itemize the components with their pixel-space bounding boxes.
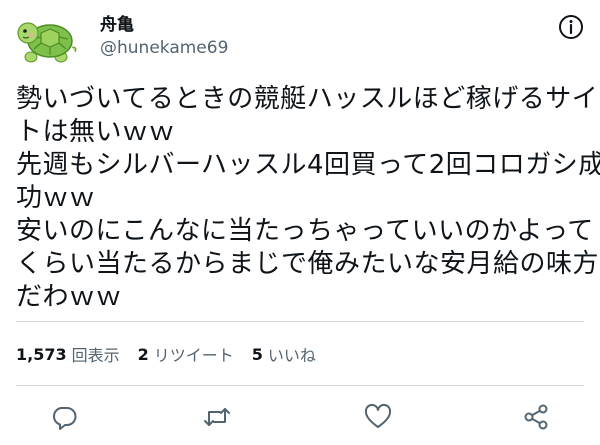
tweet-text-line: くらい当たるからまじで俺みたいな安月給の味方: [16, 249, 600, 279]
tweet-text-line: 功ｗｗ: [16, 183, 96, 213]
tweet-text-line: だわｗｗ: [16, 282, 123, 312]
tweet-actions: [0, 398, 600, 438]
retweet-icon: [204, 408, 230, 426]
divider: [16, 385, 584, 386]
reply-button[interactable]: [47, 400, 81, 434]
tweet-header: 舟亀 @hunekame69: [0, 0, 600, 70]
tweet-text-line: 先週もシルバーハッスル4回買って2回コロガシ成: [16, 150, 600, 180]
turtle-avatar-icon: [17, 22, 77, 63]
likes-label[interactable]: いいね: [268, 342, 316, 366]
divider: [16, 321, 584, 322]
heart-icon: [364, 403, 392, 428]
likes-count[interactable]: 5: [252, 345, 263, 364]
avatar[interactable]: [17, 13, 79, 65]
retweets-count[interactable]: 2: [138, 345, 149, 364]
views-label: 回表示: [71, 346, 120, 365]
share-button[interactable]: [519, 400, 553, 434]
share-icon: [524, 404, 548, 430]
user-handle[interactable]: @hunekame69: [100, 38, 228, 58]
user-display-name[interactable]: 舟亀: [100, 10, 134, 35]
tweet-text: 勢いづいてるときの競艇ハッスルほど稼げるサイ トは無いｗｗ 先週もシルバーハッス…: [16, 83, 600, 314]
info-circle-icon[interactable]: [558, 14, 584, 40]
like-button[interactable]: [361, 400, 395, 434]
tweet-text-line: 勢いづいてるときの競艇ハッスルほど稼げるサイ: [16, 84, 599, 114]
reply-icon: [52, 407, 77, 430]
tweet-text-line: 安いのにこんなに当たっちゃっていいのかよって: [16, 216, 594, 246]
views-count: 1,573: [16, 344, 67, 364]
tweet-text-line: トは無いｗｗ: [16, 117, 176, 147]
tweet-stats: 1,573 回表示 2 リツイート 5 いいね: [16, 340, 334, 368]
retweet-button[interactable]: [200, 400, 234, 434]
retweets-label[interactable]: リツイート: [154, 342, 234, 366]
